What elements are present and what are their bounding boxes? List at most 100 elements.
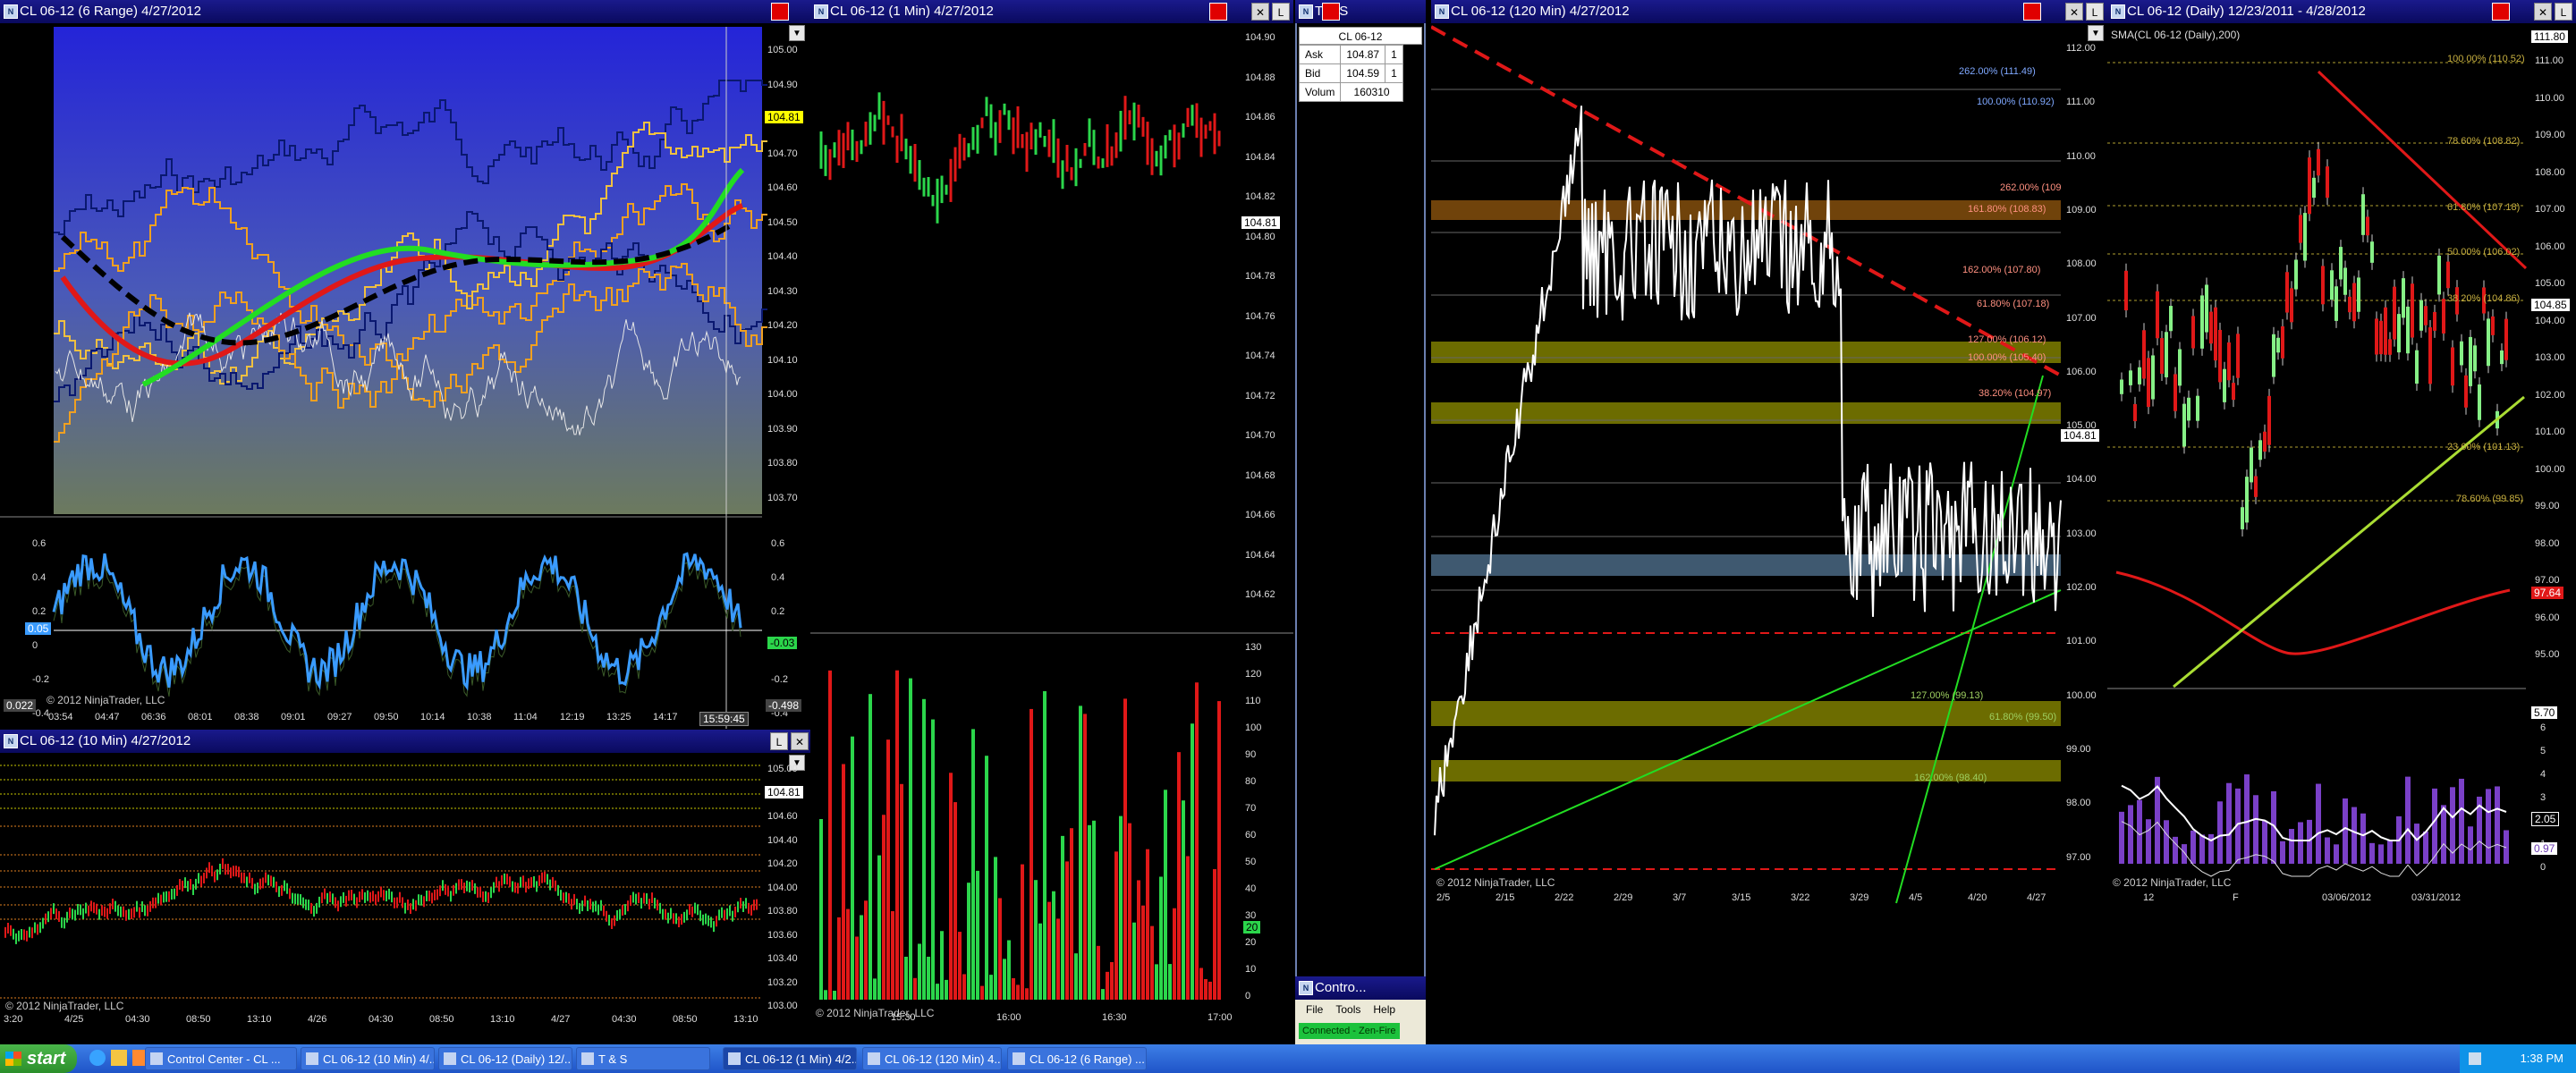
fib-level-label: 38.20% (104.86) <box>2447 293 2521 304</box>
onemin-volume-bar <box>1034 880 1038 1000</box>
daily-candle <box>2330 270 2334 300</box>
range-chart-window[interactable]: N CL 06-12 (6 Range) 4/27/2012 ▼ 105.00 1… <box>0 0 812 731</box>
control-center-window[interactable]: N Contro... File Tools Help Connected - … <box>1295 976 1426 1044</box>
axis-tick-label: 40 <box>1245 883 1257 894</box>
axis-tick-label: 13:10 <box>490 1014 515 1025</box>
daily-candle <box>2357 277 2360 312</box>
onemin-volume-bar <box>886 739 890 1000</box>
axis-tick-label: 70 <box>1245 803 1257 814</box>
ts-header: CL 06-12 <box>1299 27 1422 45</box>
onemin-volume-bar <box>927 956 930 1000</box>
axis-tick-label: 98.00 <box>2535 537 2560 549</box>
daily-candle <box>2142 330 2146 379</box>
axis-tick-label: 09:01 <box>281 712 306 722</box>
daily-volume-bar <box>2164 820 2169 864</box>
taskbar-item-label: CL 06-12 (6 Range) ... <box>1030 1052 1145 1066</box>
axis-tick-label: 60 <box>1245 830 1257 841</box>
onemin-volume-bar <box>931 719 935 1000</box>
daily-candle <box>2411 283 2414 338</box>
fib-level-label: 162.00% (98.40) <box>1914 773 1987 783</box>
daily-candle <box>2348 296 2351 313</box>
axis-tick-label: 102.00 <box>2066 582 2097 593</box>
axis-tick-label: 0.4 <box>32 572 47 583</box>
axis-tick-label: 2/15 <box>1496 892 1515 903</box>
daily-volume-bar <box>2423 831 2428 864</box>
tray-clock[interactable]: 1:38 PM <box>2521 1052 2563 1065</box>
taskbar-item-m120[interactable]: CL 06-12 (120 Min) 4... <box>862 1047 1002 1070</box>
menu-item-tools[interactable]: Tools <box>1335 1000 1360 1019</box>
onemin-price-chart[interactable] <box>810 0 1293 1028</box>
taskbar-item-ts[interactable]: T & S <box>576 1047 710 1070</box>
range-price-chart[interactable] <box>0 0 812 731</box>
daily-candle <box>2460 341 2463 366</box>
ts-row-price: 104.87 <box>1340 45 1386 64</box>
axis-tick-label: 104.20 <box>767 320 798 331</box>
daily-candle <box>2214 307 2217 361</box>
m120-chart-window[interactable]: N CL 06-12 (120 Min) 4/27/2012 ✕ L ▼ 112… <box>1431 0 2107 912</box>
range-osc-bottom-right-tag: -0.498 <box>766 699 802 712</box>
axis-tick-label: 104.84 <box>1245 151 1275 163</box>
daily-candle <box>2433 311 2436 331</box>
taskbar-item-control-center[interactable]: Control Center - CL ... <box>145 1047 297 1070</box>
axis-tick-label: 110.00 <box>2535 92 2564 104</box>
taskbar-item-tenmin[interactable]: CL 06-12 (10 Min) 4/... <box>301 1047 435 1070</box>
daily-candle <box>2187 397 2190 421</box>
daily-volume-bar <box>2351 807 2357 864</box>
onemin-volume-bar <box>824 990 827 1000</box>
tenmin-price-chart[interactable] <box>0 730 812 1043</box>
ie-icon[interactable] <box>89 1050 106 1066</box>
onemin-volume-bar <box>1101 989 1105 1000</box>
onemin-chart-window[interactable]: N CL 06-12 (1 Min) 4/27/2012 ✕ L 104.90 1… <box>810 0 1293 1028</box>
daily-candle <box>2294 259 2298 290</box>
folder-icon[interactable] <box>111 1050 127 1066</box>
ts-row-label: Ask <box>1298 45 1342 64</box>
axis-tick-label: 109.00 <box>2066 204 2097 215</box>
onemin-volume-bar <box>869 694 872 1000</box>
onemin-volume-bar <box>904 956 908 1000</box>
m120-price-chart[interactable] <box>1431 0 2107 912</box>
onemin-volume-bar <box>873 978 877 1000</box>
daily-candle <box>2388 339 2392 355</box>
axis-tick-label: 11:04 <box>513 712 538 722</box>
menu-item-file[interactable]: File <box>1306 1000 1323 1019</box>
daily-candle <box>2196 395 2199 421</box>
menu-item-help[interactable]: Help <box>1373 1000 1395 1019</box>
daily-candle <box>2312 177 2316 199</box>
tenmin-chart-window[interactable]: N CL 06-12 (10 Min) 4/27/2012 L ✕ ▼ 105.… <box>0 730 812 1043</box>
start-button[interactable]: start <box>0 1044 77 1073</box>
control-title-bar[interactable]: N Contro... <box>1295 976 1426 1000</box>
daily-chart-window[interactable]: N CL 06-12 (Daily) 12/23/2011 - 4/28/201… <box>2107 0 2576 912</box>
taskbar-item-onemin[interactable]: CL 06-12 (1 Min) 4/2... <box>723 1047 857 1070</box>
axis-tick-label: 3/15 <box>1732 892 1751 903</box>
onemin-volume-bar <box>1146 849 1149 1000</box>
daily-volume-bar <box>2190 830 2196 864</box>
fib-level-label: 61.80% (107.18) <box>1977 299 2050 309</box>
daily-candle <box>2236 334 2240 378</box>
ts-title-bar[interactable]: N T & S <box>1295 0 1426 23</box>
tray-volume-icon[interactable] <box>2469 1052 2481 1065</box>
onemin-volume-bar <box>976 870 979 1000</box>
axis-tick-label: 104.86 <box>1245 112 1275 123</box>
taskbar-item-range[interactable]: CL 06-12 (6 Range) ... <box>1007 1047 1147 1070</box>
time-and-sales-window[interactable]: N T & S CL 06-12 Ask 104.87 1 Bid 104.59… <box>1295 0 1426 976</box>
taskbar-item-daily[interactable]: CL 06-12 (Daily) 12/... <box>438 1047 572 1070</box>
daily-lower-line-1 <box>2121 784 2507 842</box>
fib-level-label: 161.80% (108.83) <box>1968 204 2046 215</box>
axis-tick-label: -0.2 <box>32 674 49 685</box>
axis-tick-label: 104.66 <box>1245 510 1275 520</box>
daily-volume-bar <box>2414 824 2419 864</box>
axis-tick-label: 4 <box>2540 769 2546 780</box>
axis-tick-label: 20 <box>1245 937 1257 948</box>
onemin-volume-bar <box>1177 752 1181 1000</box>
axis-tick-label: 100 <box>1245 722 1262 733</box>
axis-tick-label: 5 <box>2540 746 2546 756</box>
onemin-volume-bar <box>1056 918 1060 1000</box>
axis-tick-label: 101.00 <box>2535 427 2565 437</box>
daily-candle <box>2241 507 2244 529</box>
onemin-volume-bar <box>985 756 988 1000</box>
onemin-volume-bar <box>1217 701 1221 1000</box>
daily-volume-bar <box>2495 786 2500 864</box>
axis-tick-label: 104.00 <box>767 389 798 400</box>
daily-candle <box>2290 288 2293 323</box>
ts-close-indicator[interactable] <box>1322 3 1340 21</box>
